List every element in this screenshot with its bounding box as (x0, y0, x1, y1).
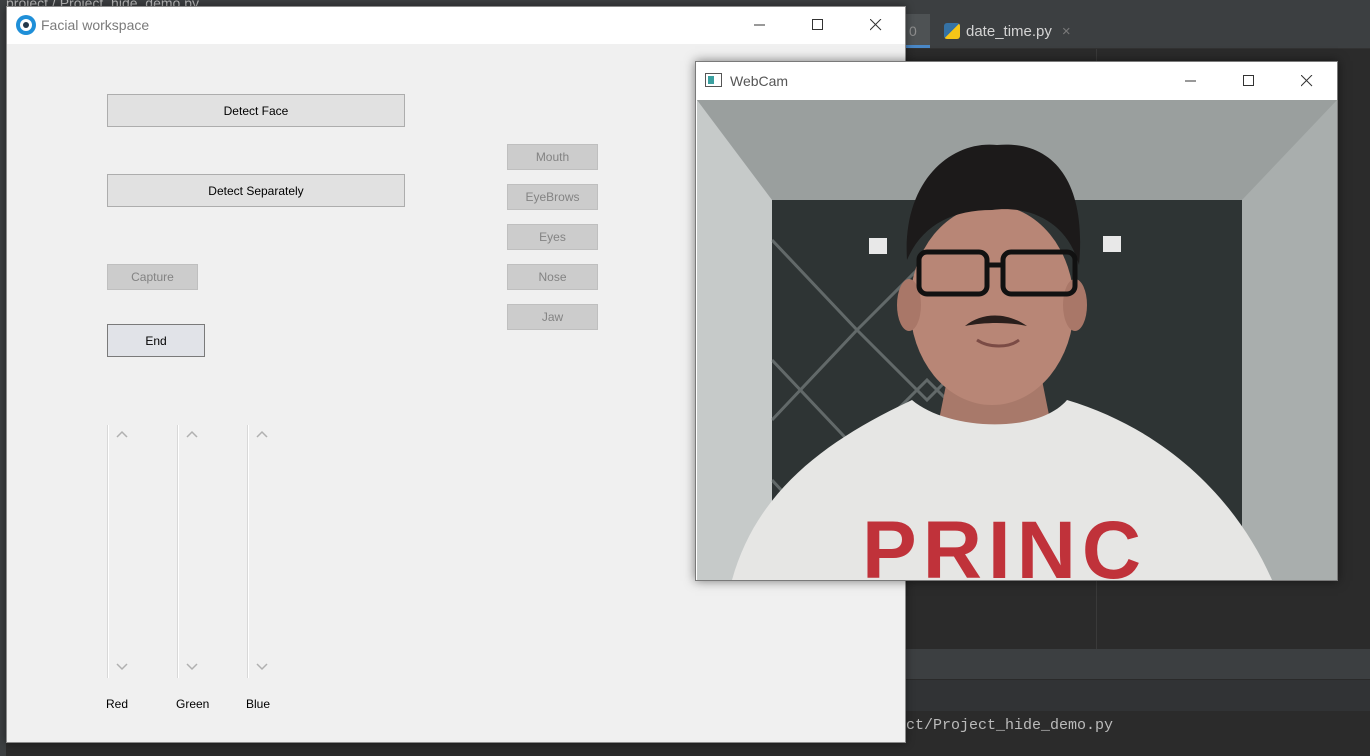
blue-slider-down-arrow-icon[interactable] (255, 662, 269, 672)
minimize-icon (1185, 80, 1196, 82)
window-title: Facial workspace (41, 17, 150, 33)
maximize-button[interactable] (795, 7, 841, 43)
green-slider-up-arrow-icon[interactable] (185, 429, 199, 439)
ide-tab-partial-label: 0 (909, 23, 917, 39)
eyebrows-button[interactable]: EyeBrows (507, 184, 598, 210)
red-slider-up-arrow-icon[interactable] (115, 429, 129, 439)
ide-console-line: ct/Project_hide_demo.py (906, 717, 1114, 734)
webcam-window-icon (705, 73, 722, 87)
end-button[interactable]: End (107, 324, 205, 357)
webcam-minimize-button[interactable] (1168, 63, 1214, 99)
green-slider-track[interactable] (177, 425, 179, 678)
mouth-button[interactable]: Mouth (507, 144, 598, 170)
green-slider-label: Green (176, 697, 210, 711)
blue-slider-up-arrow-icon[interactable] (255, 429, 269, 439)
ide-tab-partial[interactable]: 0 (906, 14, 930, 48)
close-button[interactable] (853, 7, 899, 43)
red-slider-track[interactable] (107, 425, 109, 678)
red-slider-label: Red (106, 697, 129, 711)
title-bar[interactable]: Facial workspace (7, 7, 905, 44)
capture-button[interactable]: Capture (107, 264, 198, 290)
green-slider-down-arrow-icon[interactable] (185, 662, 199, 672)
ide-toolbar-band (906, 649, 1370, 679)
webcam-shirt-print: PRINC (862, 505, 1147, 580)
webcam-maximize-button[interactable] (1226, 63, 1272, 99)
eyes-button[interactable]: Eyes (507, 224, 598, 250)
webcam-close-button[interactable] (1284, 63, 1330, 99)
maximize-icon (1243, 75, 1254, 86)
webcam-title-bar[interactable]: WebCam (696, 62, 1337, 100)
ide-tab-date-time[interactable]: date_time.py × (936, 14, 1079, 48)
close-icon (1301, 75, 1313, 87)
ide-run-band (906, 679, 1370, 712)
python-file-icon (944, 23, 960, 39)
blue-slider-label: Blue (246, 697, 271, 711)
red-slider-down-arrow-icon[interactable] (115, 662, 129, 672)
webcam-window: WebCam PRINC (695, 61, 1338, 581)
close-icon (870, 19, 882, 31)
detect-face-button[interactable]: Detect Face (107, 94, 405, 127)
maximize-icon (812, 19, 823, 30)
blue-slider-track[interactable] (247, 425, 249, 678)
ide-tab-label: date_time.py (966, 22, 1052, 40)
nose-button[interactable]: Nose (507, 264, 598, 290)
tab-close-icon[interactable]: × (1062, 23, 1071, 40)
jaw-button[interactable]: Jaw (507, 304, 598, 330)
minimize-icon (754, 24, 765, 26)
app-logo-icon (16, 15, 36, 35)
webcam-window-title: WebCam (730, 73, 789, 89)
minimize-button[interactable] (737, 7, 783, 43)
webcam-feed-image: PRINC (697, 100, 1337, 580)
detect-separately-button[interactable]: Detect Separately (107, 174, 405, 207)
